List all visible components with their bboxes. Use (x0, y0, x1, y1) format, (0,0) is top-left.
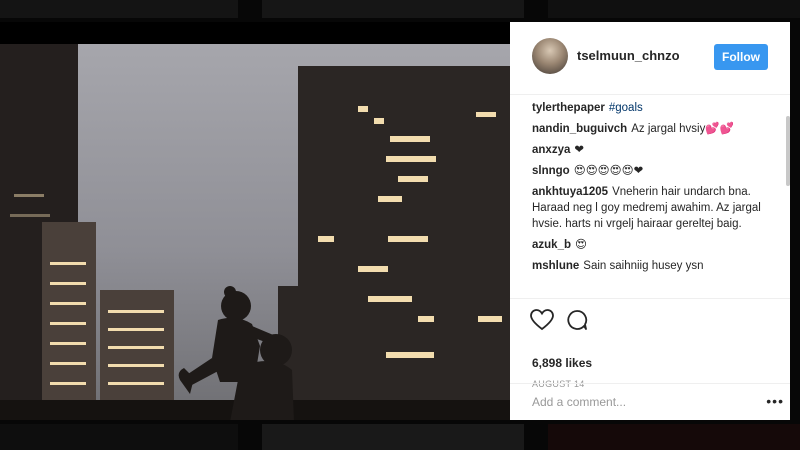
comment-item: anxzya ❤ (532, 142, 784, 158)
hashtag-link[interactable]: #goals (609, 102, 643, 114)
comment-input[interactable]: Add a comment... (532, 395, 626, 409)
comment-item: azuk_b 😍 (532, 237, 784, 253)
comment-text: Az jargal hvsiy💕💕 (631, 123, 734, 135)
comment-item: tylerthepaper #goals (532, 100, 784, 116)
heart-outline-icon[interactable] (530, 309, 554, 331)
couple-silhouette (178, 286, 294, 420)
comment-username[interactable]: anxzya (532, 144, 570, 156)
photo-building (42, 222, 96, 420)
comment-item: ankhtuya1205 Vneherin hair undarch bna. H… (532, 184, 784, 232)
follow-button[interactable]: Follow (714, 44, 768, 70)
post-header: tselmuun_chnzo Follow (510, 22, 790, 95)
post-sidebar: tselmuun_chnzo Follow tylerthepaper #goal… (510, 22, 790, 420)
add-comment-bar: Add a comment... ••• (510, 383, 790, 421)
comment-item: mshlune Sain saihniig husey ysn (532, 258, 784, 274)
photo-building (298, 66, 510, 420)
post-photo[interactable] (0, 44, 510, 420)
comment-text: Sain saihniig husey ysn (583, 260, 704, 272)
comment-text: 😍 (575, 239, 587, 251)
comment-username[interactable]: mshlune (532, 260, 579, 272)
like-count[interactable]: 6,898 likes (532, 356, 592, 370)
comment-username[interactable]: nandin_buguivch (532, 123, 627, 135)
comment-scrollbar[interactable] (786, 116, 790, 186)
comment-username[interactable]: slnngo (532, 165, 570, 177)
speech-bubble-icon[interactable] (566, 309, 588, 331)
comment-text: 😍😍😍😍😍❤ (573, 165, 644, 177)
avatar[interactable] (532, 38, 568, 74)
comment-text: ❤ (574, 144, 584, 156)
post-modal: tselmuun_chnzo Follow tylerthepaper #goal… (0, 22, 790, 420)
comment-item: slnngo 😍😍😍😍😍❤ (532, 163, 784, 179)
more-options-icon[interactable]: ••• (766, 393, 784, 409)
author-username[interactable]: tselmuun_chnzo (577, 48, 680, 63)
comment-list[interactable]: tylerthepaper #goals nandin_buguivch Az ja… (532, 100, 784, 296)
comment-username[interactable]: tylerthepaper (532, 102, 605, 114)
comment-item: nandin_buguivch Az jargal hvsiy💕💕 (532, 121, 784, 137)
comment-username[interactable]: azuk_b (532, 239, 571, 251)
comment-username[interactable]: ankhtuya1205 (532, 186, 608, 198)
